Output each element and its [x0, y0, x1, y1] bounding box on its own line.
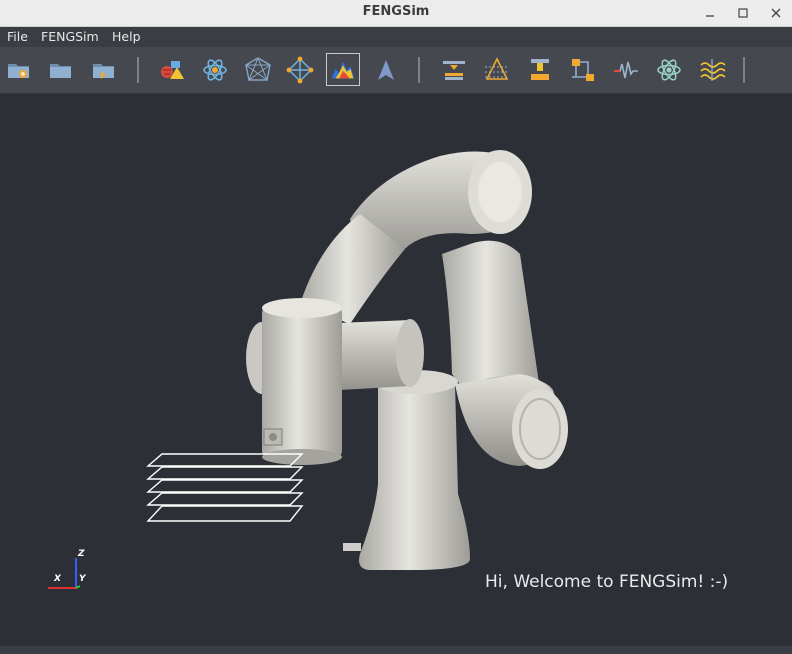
open-folder-icon[interactable] [46, 55, 76, 85]
signal-icon[interactable] [611, 55, 641, 85]
arrow-cursor-icon[interactable] [371, 55, 401, 85]
cad-primitives-icon[interactable] [157, 55, 187, 85]
additive-manufacturing-icon[interactable] [439, 55, 469, 85]
menu-file[interactable]: File [7, 29, 28, 44]
toolbar [0, 47, 792, 94]
new-file-icon[interactable] [4, 55, 34, 85]
menu-fengsim[interactable]: FENGSim [41, 29, 99, 44]
minimize-icon[interactable] [700, 3, 720, 23]
mesh-icon[interactable] [243, 55, 273, 85]
menu-help[interactable]: Help [112, 29, 141, 44]
waves-icon[interactable] [697, 55, 727, 85]
import-folder-icon[interactable] [89, 55, 119, 85]
solver-icon[interactable] [285, 55, 315, 85]
status-bar [0, 646, 792, 654]
machining-icon[interactable] [525, 55, 555, 85]
maximize-icon[interactable] [733, 3, 753, 23]
axis-x-label: X [54, 574, 61, 584]
3d-viewport[interactable]: Z X Y Hi, Welcome to FENGSim! :-) [0, 94, 792, 646]
axis-y-label: Y [79, 574, 86, 584]
menu-bar: File FENGSim Help [0, 27, 792, 47]
title-bar: FENGSim [0, 0, 792, 27]
visualization-icon[interactable] [326, 53, 360, 86]
slice-layers [146, 453, 304, 522]
welcome-message: Hi, Welcome to FENGSim! :-) [485, 572, 729, 592]
toolbar-separator [137, 57, 139, 83]
process-flow-icon[interactable] [568, 55, 598, 85]
close-icon[interactable] [766, 3, 786, 23]
toolbar-separator [418, 57, 420, 83]
atom-icon[interactable] [654, 55, 684, 85]
physics-atom-icon[interactable] [200, 55, 230, 85]
axis-z-label: Z [78, 549, 85, 559]
window-title: FENGSim [362, 4, 430, 19]
robot-arm-model [146, 150, 568, 570]
slicing-icon[interactable] [482, 55, 512, 85]
toolbar-separator [743, 57, 745, 83]
